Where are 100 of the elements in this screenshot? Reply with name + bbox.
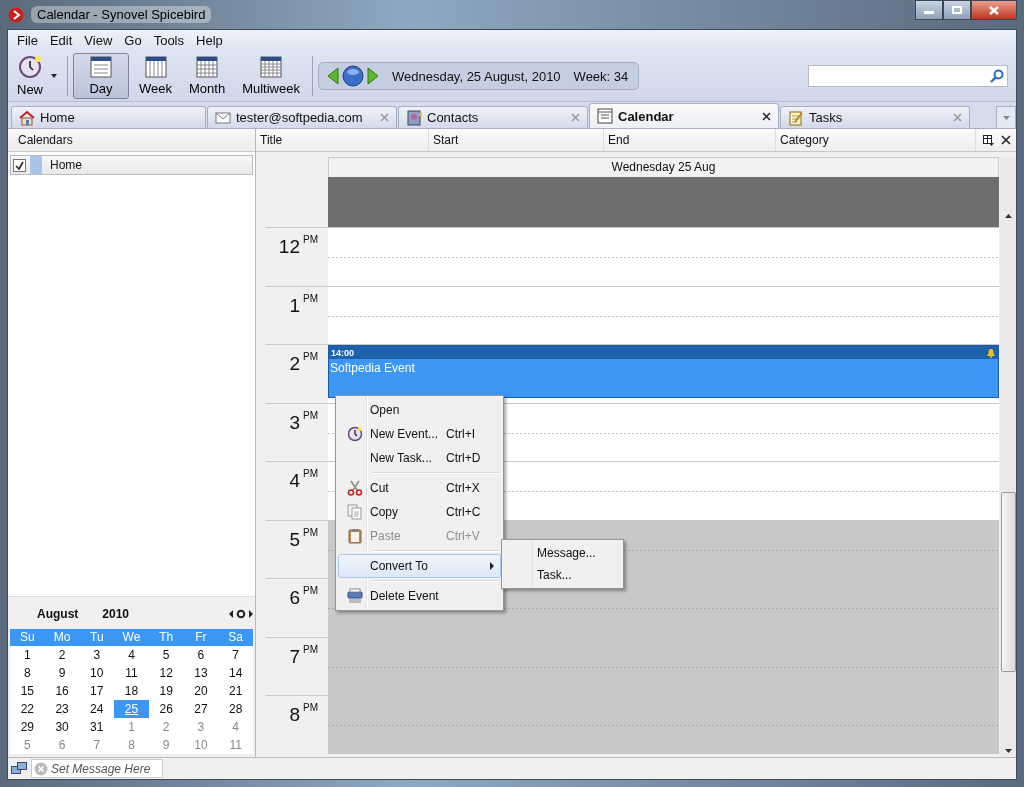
column-header[interactable]: Category [776, 129, 976, 151]
menu-item[interactable]: Delete Event [338, 584, 501, 608]
day-number[interactable]: 7 [218, 646, 253, 664]
menu-item[interactable]: New Event... Ctrl+I [338, 422, 501, 446]
maximize-icon [952, 6, 962, 14]
menu-item[interactable]: View [79, 33, 118, 48]
day-number[interactable]: 9 [148, 736, 184, 754]
menu-item[interactable]: Help [191, 33, 228, 48]
menu-item[interactable]: Message... [504, 542, 621, 564]
day-number[interactable]: 23 [44, 700, 80, 718]
day-number[interactable]: 6 [183, 646, 219, 664]
month-label[interactable]: August [37, 607, 79, 621]
time-slot[interactable] [328, 285, 999, 344]
day-number[interactable]: 19 [148, 682, 184, 700]
day-number[interactable]: 17 [79, 682, 115, 700]
day-number[interactable]: 4 [114, 646, 149, 664]
menu-item[interactable]: File [12, 33, 43, 48]
day-number[interactable]: 22 [10, 700, 45, 718]
hour-label: 3 [289, 411, 300, 435]
day-number[interactable]: 6 [44, 736, 80, 754]
tab[interactable]: Tasks [780, 106, 970, 128]
day-number[interactable]: 16 [44, 682, 80, 700]
day-number[interactable]: 13 [183, 664, 219, 682]
status-message-field[interactable]: Set Message Here [31, 759, 163, 778]
calendar-grid-icon [144, 56, 167, 78]
day-number[interactable]: 30 [44, 718, 80, 736]
day-number[interactable]: 8 [114, 736, 149, 754]
day-number[interactable]: 26 [148, 700, 184, 718]
day-number[interactable]: 5 [10, 736, 45, 754]
checkbox[interactable] [13, 158, 26, 172]
day-number[interactable]: 29 [10, 718, 45, 736]
menu-item[interactable]: Edit [44, 33, 78, 48]
month-navigation-icon [229, 609, 253, 619]
tab[interactable]: tester@softpedia.com [207, 106, 397, 128]
menu-item[interactable]: Go [119, 33, 147, 48]
tab-label: tester@softpedia.com [236, 110, 364, 125]
day-number[interactable]: 4 [218, 718, 253, 736]
column-header[interactable]: End [604, 129, 776, 151]
day-number[interactable]: 8 [10, 664, 45, 682]
menu-item[interactable]: Convert To [338, 554, 501, 578]
maximize-button[interactable] [943, 0, 971, 20]
calendar-name: Home [50, 158, 82, 172]
day-number[interactable]: 18 [114, 682, 149, 700]
day-number[interactable]: 2 [44, 646, 80, 664]
day-number[interactable]: 5 [148, 646, 184, 664]
hour-label: 2 [289, 353, 300, 376]
menu-item[interactable]: Tools [148, 33, 189, 48]
current-date: Wednesday, 25 August, 2010 [391, 68, 561, 84]
day-number[interactable]: 10 [79, 664, 115, 682]
close-button[interactable] [971, 0, 1017, 20]
day-number[interactable]: 27 [183, 700, 219, 718]
day-number[interactable]: 3 [183, 718, 219, 736]
view-button[interactable]: Month [182, 53, 233, 99]
documents-icon [346, 504, 363, 520]
weekday-label: Sa [218, 629, 253, 646]
caret-icon [1002, 115, 1010, 120]
tab-label: Calendar [618, 108, 675, 124]
scrollbar-thumb[interactable] [1000, 492, 1016, 672]
day-number[interactable]: 10 [183, 736, 219, 754]
minimize-button[interactable] [915, 0, 943, 20]
day-number[interactable]: 24 [79, 700, 115, 718]
scrollbar[interactable] [1000, 157, 1016, 757]
checkmark-icon [15, 160, 24, 170]
menu-item[interactable]: New Task... Ctrl+D [338, 446, 501, 470]
view-button[interactable]: Day [73, 53, 129, 99]
tab[interactable]: Calendar [589, 103, 779, 128]
clock-icon [18, 55, 42, 79]
day-number[interactable]: 1 [114, 718, 149, 736]
day-number[interactable]: 2 [148, 718, 184, 736]
day-number[interactable]: 21 [218, 682, 253, 700]
new-button[interactable]: New [12, 53, 48, 99]
tab-list-button[interactable] [996, 106, 1016, 128]
day-number[interactable]: 28 [218, 700, 253, 718]
day-number[interactable]: 7 [79, 736, 115, 754]
day-number[interactable]: 20 [183, 682, 219, 700]
tab[interactable]: Home [11, 106, 206, 128]
menu-item[interactable]: Task... [504, 564, 621, 586]
view-button[interactable]: Multiweek [235, 53, 307, 99]
day-number[interactable]: 11 [114, 664, 149, 682]
menu-item[interactable]: Copy Ctrl+C [338, 500, 501, 524]
search-field[interactable] [808, 65, 1008, 87]
column-header[interactable]: Start [429, 129, 604, 151]
day-number[interactable]: 9 [44, 664, 80, 682]
calendar-list-item[interactable]: Home [10, 155, 253, 175]
time-slot[interactable] [328, 227, 999, 286]
view-button[interactable]: Week [132, 53, 179, 99]
day-number[interactable]: 11 [218, 736, 253, 754]
day-number[interactable]: 12 [148, 664, 184, 682]
day-number[interactable]: 31 [79, 718, 115, 736]
tab[interactable]: Contacts [398, 106, 588, 128]
day-number[interactable]: 14 [218, 664, 253, 682]
week-number: Week: 34 [573, 68, 629, 84]
column-header[interactable]: Title [256, 129, 429, 151]
hour-label: 5 [289, 528, 300, 552]
day-number[interactable]: 15 [10, 682, 45, 700]
day-number[interactable]: 3 [79, 646, 115, 664]
menu-item[interactable]: Cut Ctrl+X [338, 476, 501, 500]
year-label[interactable]: 2010 [102, 607, 130, 621]
day-number[interactable]: 1 [10, 646, 45, 664]
app-logo-icon [8, 6, 24, 23]
